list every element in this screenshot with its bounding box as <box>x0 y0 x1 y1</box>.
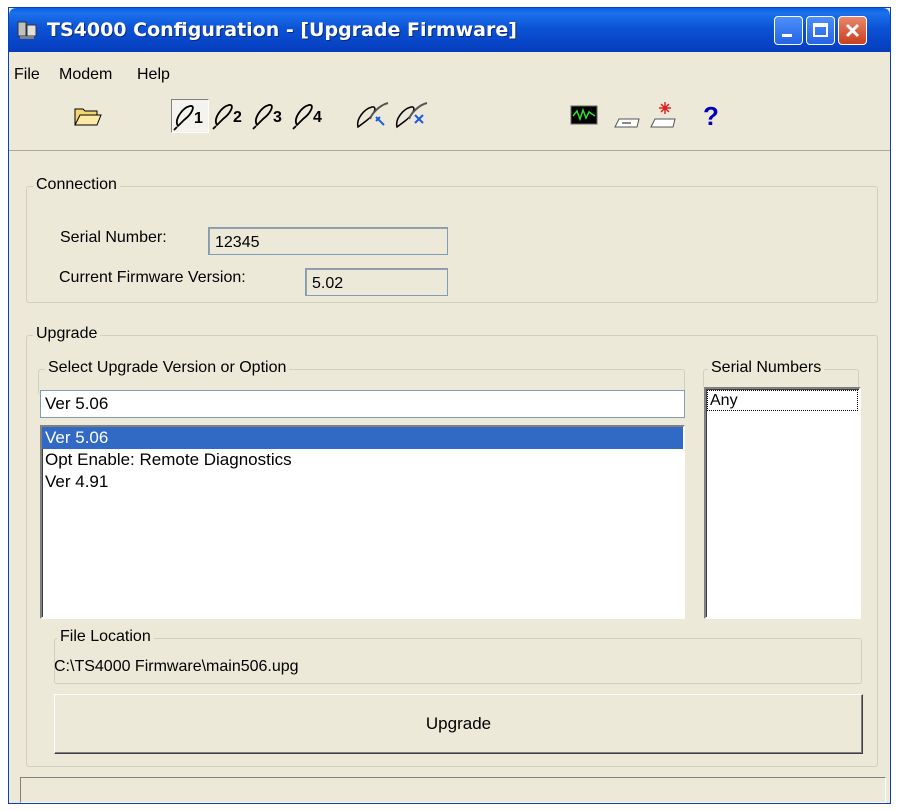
list-item[interactable]: Ver 4.91 <box>42 471 683 493</box>
open-folder-icon <box>74 108 102 126</box>
select-version-legend: Select Upgrade Version or Option <box>45 359 290 377</box>
file-location-group: File Location C:\TS4000 Firmware\main506… <box>54 628 862 684</box>
maximize-icon <box>813 23 828 37</box>
connect-button[interactable] <box>354 99 392 133</box>
reset-modem-button[interactable] <box>647 99 679 133</box>
toolbar: 1 2 3 4 ? <box>9 92 890 151</box>
app-icon <box>17 21 37 39</box>
serial-number-label: Serial Number: <box>60 229 167 246</box>
close-icon <box>845 23 860 38</box>
help-button[interactable]: ? <box>695 99 729 133</box>
serial-numbers-legend: Serial Numbers <box>708 359 825 377</box>
reset-modem-icon <box>650 102 676 128</box>
monitor-icon <box>570 105 598 125</box>
menu-modem[interactable]: Modem <box>59 66 112 84</box>
menu-help[interactable]: Help <box>137 66 170 84</box>
close-button[interactable] <box>838 16 867 45</box>
menu-bar: File Modem Help <box>9 52 890 92</box>
profile-3-button[interactable]: 3 <box>251 99 289 133</box>
minimize-icon <box>782 34 792 37</box>
help-icon: ? <box>703 101 719 131</box>
profile-2-label: 2 <box>233 109 242 126</box>
upgrade-button[interactable]: Upgrade <box>54 694 863 754</box>
disconnect-icon <box>395 102 428 129</box>
upgrade-legend: Upgrade <box>33 325 101 343</box>
list-item[interactable]: Opt Enable: Remote Diagnostics <box>42 449 683 471</box>
menu-file[interactable]: File <box>14 66 40 84</box>
monitor-button[interactable] <box>568 99 600 133</box>
profile-4-label: 4 <box>313 109 322 126</box>
modem-icon <box>614 118 640 128</box>
list-item[interactable]: Any <box>707 390 858 411</box>
firmware-version-field: 5.02 <box>305 268 448 296</box>
maximize-button[interactable] <box>806 16 835 45</box>
profile-1-button[interactable]: 1 <box>171 99 209 133</box>
profile-1-label: 1 <box>194 110 203 127</box>
disconnect-button[interactable] <box>393 99 431 133</box>
serial-number-field: 12345 <box>208 227 448 255</box>
firmware-version-label: Current Firmware Version: <box>59 269 246 286</box>
connection-group: Connection Serial Number: 12345 Current … <box>26 176 878 303</box>
upgrade-group: Upgrade Select Upgrade Version or Option… <box>26 325 878 767</box>
modem-button[interactable] <box>611 99 643 133</box>
app-window: TS4000 Configuration - [Upgrade Firmware… <box>8 7 891 804</box>
window-title: TS4000 Configuration - [Upgrade Firmware… <box>47 19 517 41</box>
connect-icon <box>356 102 389 129</box>
list-item[interactable]: Ver 5.06 <box>42 427 683 449</box>
title-bar[interactable]: TS4000 Configuration - [Upgrade Firmware… <box>9 8 890 52</box>
status-bar <box>20 777 886 803</box>
profile-4-button[interactable]: 4 <box>291 99 329 133</box>
serial-numbers-group: Serial Numbers <box>703 359 859 389</box>
connection-legend: Connection <box>33 176 120 194</box>
minimize-button[interactable] <box>774 16 803 45</box>
file-location-legend: File Location <box>57 628 154 646</box>
file-location-path: C:\TS4000 Firmware\main506.upg <box>54 658 299 675</box>
selected-version-input[interactable]: Ver 5.06 <box>40 390 685 418</box>
open-button[interactable] <box>71 99 103 133</box>
profile-2-button[interactable]: 2 <box>211 99 249 133</box>
profile-3-label: 3 <box>273 109 282 126</box>
serial-numbers-listbox[interactable]: Any <box>704 387 861 619</box>
version-listbox[interactable]: Ver 5.06 Opt Enable: Remote Diagnostics … <box>40 425 685 619</box>
